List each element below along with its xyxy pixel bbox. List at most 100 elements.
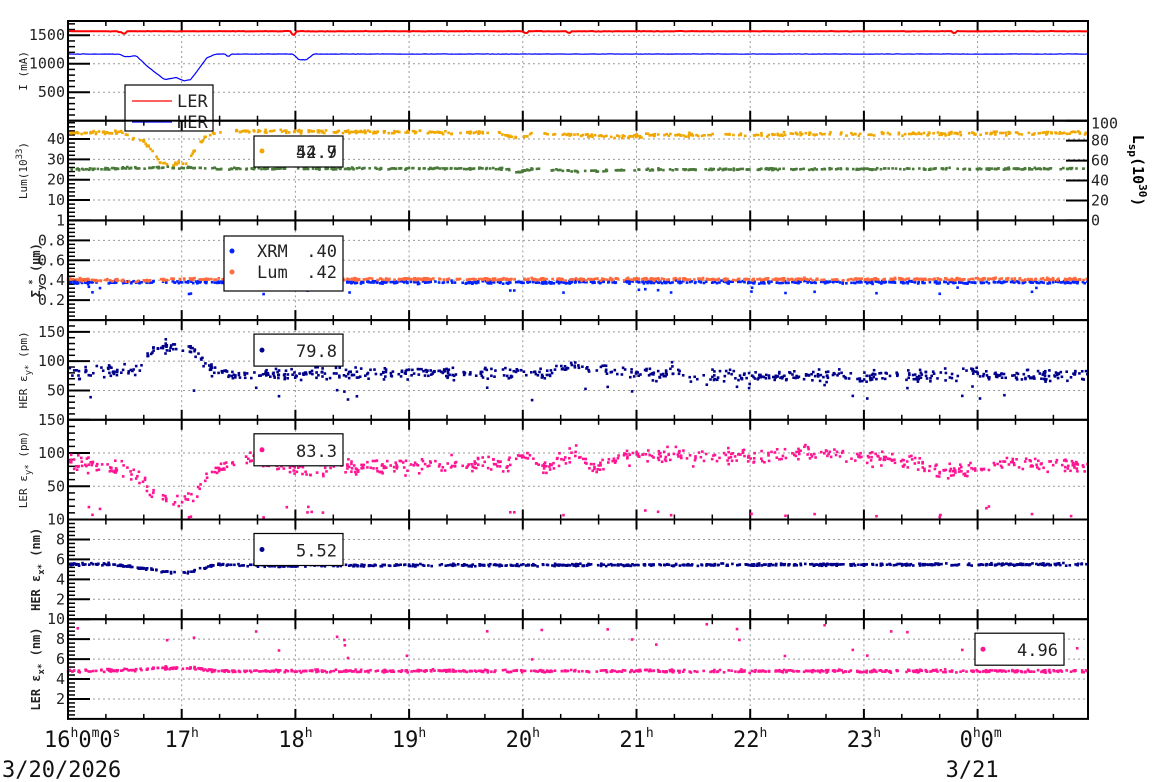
- data-point: [660, 277, 664, 280]
- data-point: [422, 564, 426, 567]
- data-point: [359, 282, 363, 285]
- data-point: [95, 364, 99, 368]
- data-point: [309, 473, 312, 477]
- data-point: [709, 378, 712, 381]
- data-point: [899, 167, 902, 171]
- data-point: [707, 563, 711, 566]
- data-point: [819, 373, 823, 377]
- data-point: [1048, 167, 1051, 170]
- data-point: [665, 132, 668, 136]
- data-point: [454, 373, 458, 376]
- data-point: [296, 130, 300, 133]
- data-point: [1033, 457, 1037, 461]
- data-point: [687, 135, 690, 139]
- data-point: [550, 169, 554, 172]
- data-point: [1082, 278, 1085, 282]
- data-point: [428, 464, 431, 467]
- data-point: [441, 466, 445, 469]
- data-point: [936, 277, 939, 280]
- data-point: [710, 457, 714, 461]
- data-point: [841, 449, 845, 453]
- data-point: [518, 454, 521, 458]
- data-point: [253, 371, 256, 374]
- data-point: [198, 487, 201, 491]
- data-point: [693, 278, 696, 281]
- data-point: [1020, 133, 1024, 136]
- data-point: [191, 499, 195, 503]
- data-point: [731, 452, 734, 455]
- y-axis-label-part: (pm): [17, 331, 30, 364]
- data-point: [1033, 377, 1036, 380]
- data-point: [151, 149, 154, 153]
- data-point: [523, 169, 526, 173]
- data-point: [760, 278, 763, 282]
- data-point: [743, 134, 747, 138]
- data-point: [718, 456, 721, 460]
- data-point: [498, 131, 502, 135]
- data-point: [852, 281, 856, 285]
- data-point: [677, 372, 681, 376]
- data-point: [1059, 167, 1062, 171]
- data-point: [1036, 466, 1039, 469]
- data-point: [1033, 132, 1036, 135]
- data-point: [444, 564, 448, 567]
- data-point: [265, 368, 268, 372]
- data-point: [193, 348, 197, 351]
- data-point: [600, 134, 604, 138]
- data-point: [292, 469, 295, 472]
- data-point: [137, 279, 140, 283]
- data-point: [666, 278, 669, 282]
- data-point: [506, 465, 509, 468]
- data-point: [743, 278, 746, 281]
- data-point: [388, 167, 392, 171]
- y-tick-label: 30: [47, 150, 65, 168]
- data-point: [969, 461, 972, 465]
- data-point: [555, 364, 558, 368]
- data-point: [875, 377, 878, 381]
- data-point: [820, 168, 824, 171]
- data-point: [80, 464, 84, 468]
- data-point: [912, 377, 916, 381]
- data-point: [80, 460, 84, 463]
- data-point: [306, 167, 310, 171]
- data-point: [907, 369, 910, 372]
- data-point: [354, 366, 357, 369]
- data-point: [182, 571, 186, 574]
- data-point: [104, 167, 108, 171]
- data-point: [187, 345, 191, 348]
- data-point: [334, 366, 338, 370]
- data-point: [142, 139, 146, 142]
- data-point: [105, 278, 109, 282]
- data-point: [509, 511, 512, 514]
- data-point: [849, 372, 853, 375]
- data-point: [140, 364, 143, 367]
- data-point: [437, 281, 441, 284]
- data-point: [392, 131, 396, 135]
- data-point: [678, 277, 682, 280]
- data-point: [701, 276, 705, 280]
- data-point: [697, 451, 701, 454]
- data-point: [181, 162, 185, 165]
- data-point: [988, 168, 991, 171]
- data-point: [423, 167, 426, 170]
- data-point: [290, 367, 293, 371]
- data-point: [288, 466, 292, 469]
- data-point: [745, 168, 749, 171]
- data-point: [127, 280, 131, 283]
- data-point: [593, 465, 596, 469]
- data-point: [626, 280, 629, 284]
- data-point: [739, 376, 743, 380]
- data-point: [525, 168, 529, 171]
- data-point: [519, 368, 523, 372]
- data-point: [1015, 376, 1018, 379]
- data-point: [387, 131, 390, 135]
- data-point: [561, 278, 565, 281]
- data-point: [490, 367, 493, 371]
- data-point: [1056, 376, 1060, 380]
- data-point: [887, 167, 890, 170]
- series-lsp: [70, 165, 1085, 174]
- data-point: [474, 374, 478, 377]
- data-point: [760, 457, 763, 460]
- data-point: [630, 368, 633, 371]
- data-point: [623, 452, 626, 455]
